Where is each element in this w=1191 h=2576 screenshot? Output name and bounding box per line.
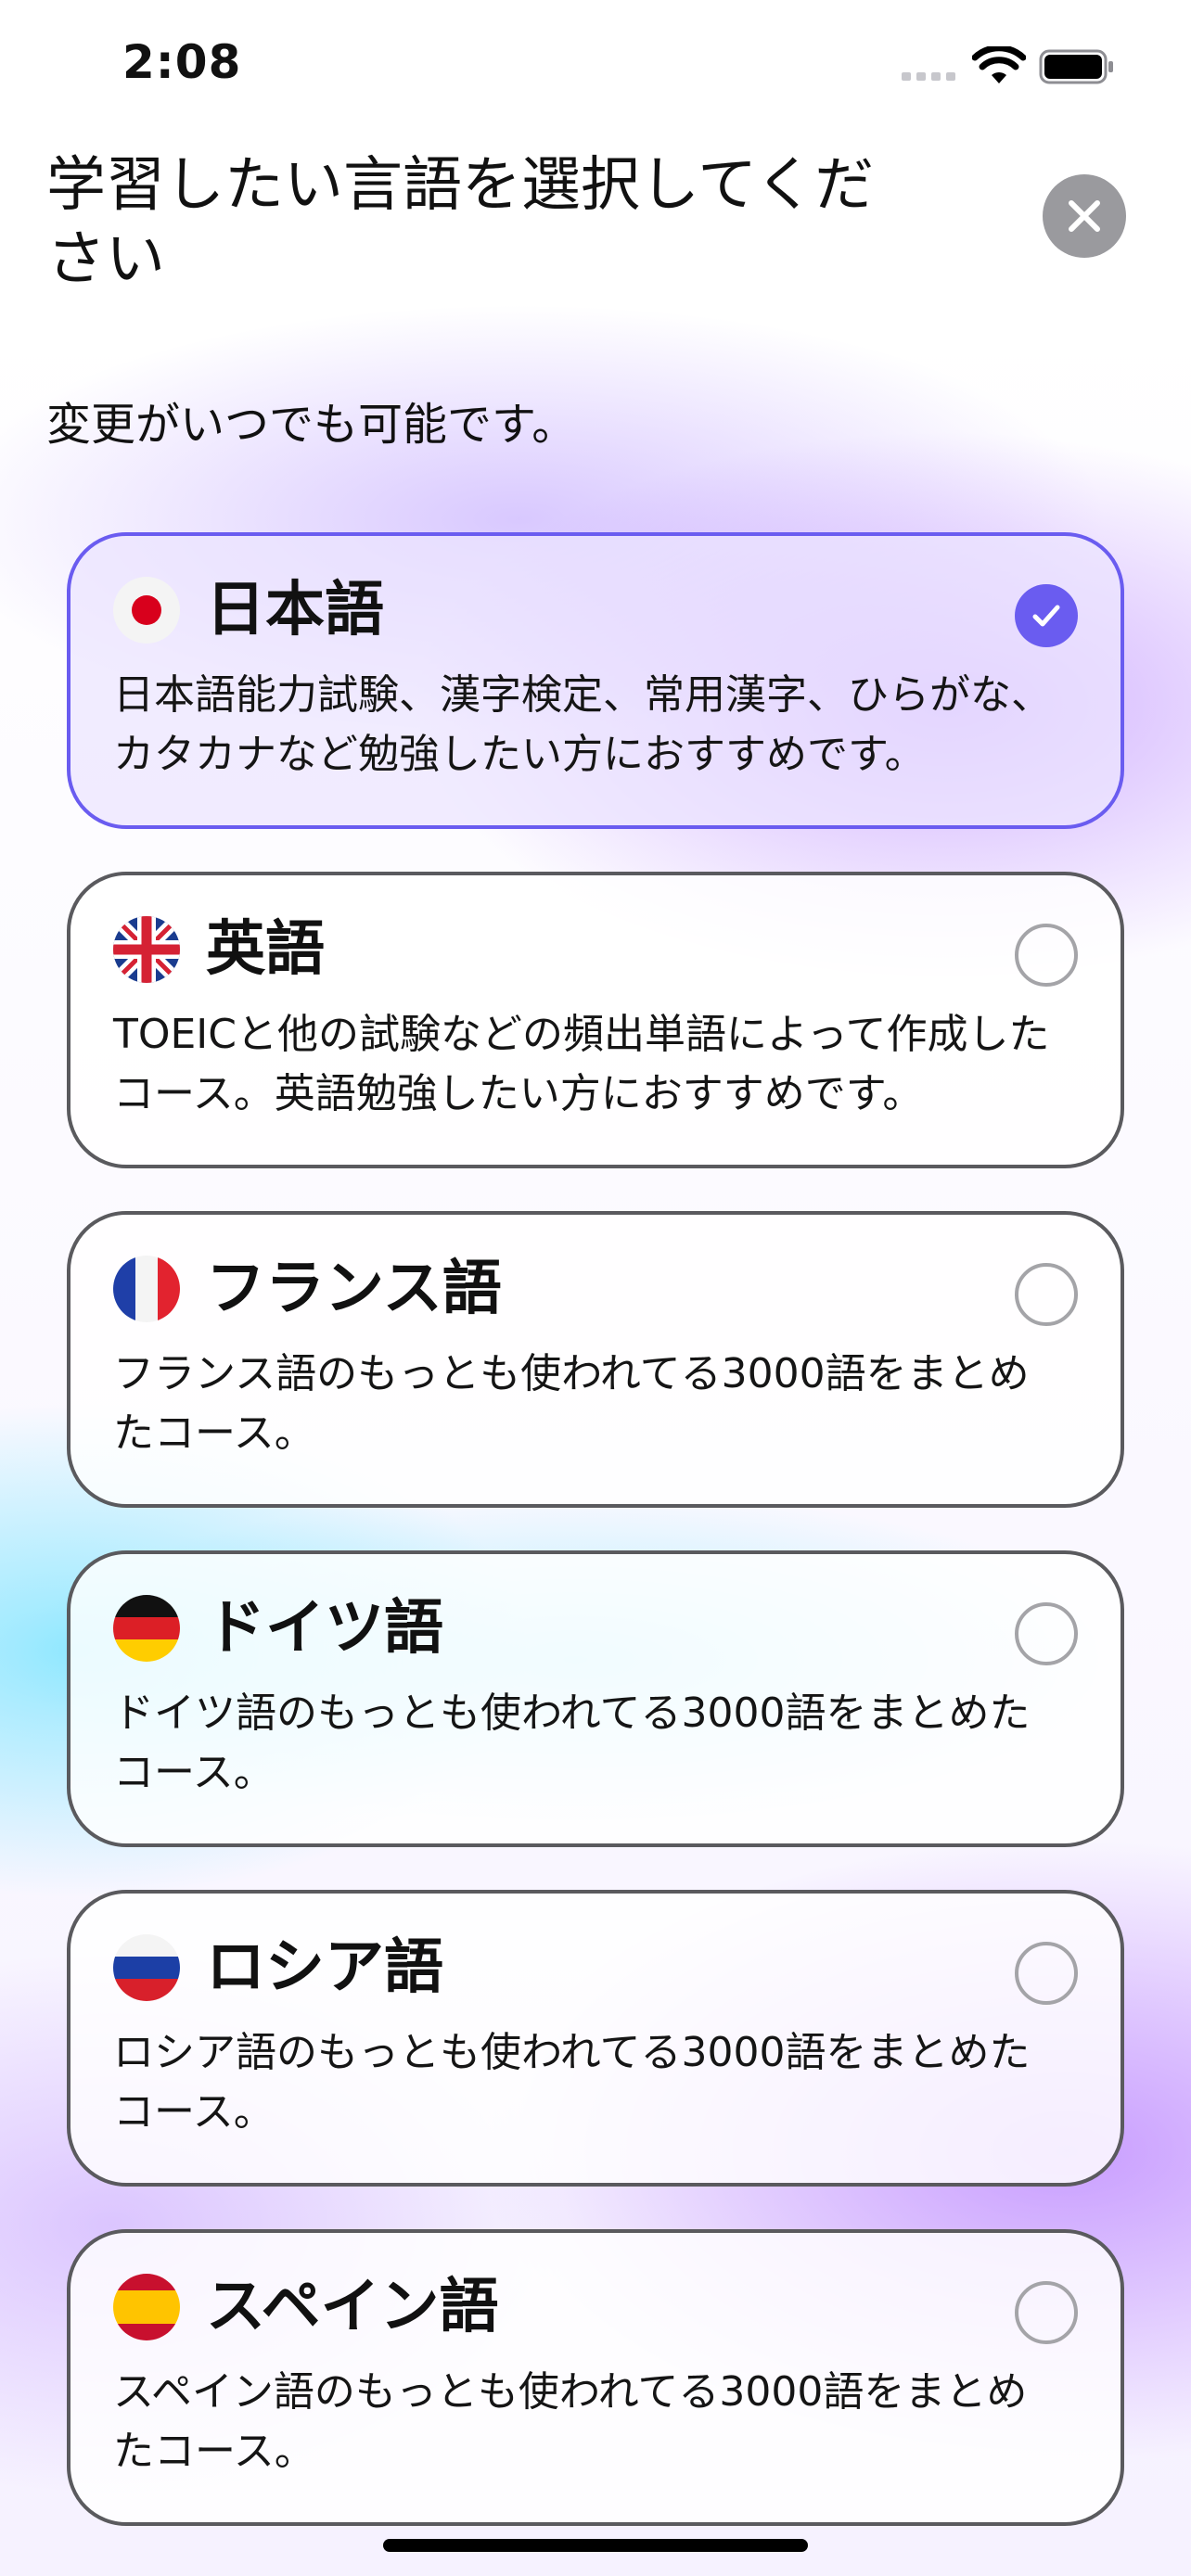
uk-flag-icon	[113, 916, 180, 983]
language-description: TOEICと他の試験などの頻出単語によって作成したコース。英語勉強したい方におす…	[113, 1011, 1050, 1117]
radio-button[interactable]	[1015, 924, 1078, 987]
status-time: 2:08	[122, 35, 242, 89]
cellular-signal-icon	[902, 72, 957, 82]
close-icon	[1069, 200, 1100, 232]
radio-button[interactable]	[1015, 2281, 1078, 2344]
spain-flag-icon	[113, 2274, 180, 2340]
battery-icon	[1039, 49, 1113, 84]
language-name: スペイン語	[206, 2273, 499, 2341]
language-name: ドイツ語	[206, 1594, 443, 1663]
selected-checkmark-icon[interactable]	[1015, 584, 1078, 647]
language-card-german[interactable]: ドイツ語 ドイツ語のもっとも使われてる3000語をまとめたコース。	[67, 1550, 1124, 1847]
language-name: 英語	[206, 915, 325, 984]
language-card-russian[interactable]: ロシア語 ロシア語のもっとも使われてる3000語をまとめたコース。	[67, 1890, 1124, 2187]
status-bar: 2:08	[0, 0, 1191, 130]
japan-flag-icon	[113, 577, 180, 644]
language-name: フランス語	[206, 1255, 502, 1323]
language-card-japanese[interactable]: 日本語 日本語能力試験、漢字検定、常用漢字、ひらがな、カタカナなど勉強したい方に…	[67, 532, 1124, 829]
language-description: スペイン語のもっとも使われてる3000語をまとめたコース。	[113, 2368, 1028, 2475]
home-indicator[interactable]	[383, 2539, 808, 2552]
page-subtitle: 変更がいつでも可能です。	[46, 399, 577, 451]
language-card-spanish[interactable]: スペイン語 スペイン語のもっとも使われてる3000語をまとめたコース。	[67, 2229, 1124, 2526]
language-name: ロシア語	[206, 1933, 443, 2002]
russia-flag-icon	[113, 1934, 180, 2001]
language-name: 日本語	[206, 576, 384, 644]
language-description: ドイツ語のもっとも使われてる3000語をまとめたコース。	[113, 1690, 1031, 1796]
radio-button[interactable]	[1015, 1602, 1078, 1665]
radio-button[interactable]	[1015, 1263, 1078, 1326]
page-title: 学習したい言語を選択してください	[46, 151, 875, 294]
language-list: 日本語 日本語能力試験、漢字検定、常用漢字、ひらがな、カタカナなど勉強したい方に…	[67, 532, 1124, 2569]
close-button[interactable]	[1043, 174, 1126, 258]
radio-button[interactable]	[1015, 1942, 1078, 2005]
language-description: ロシア語のもっとも使われてる3000語をまとめたコース。	[113, 2029, 1031, 2136]
germany-flag-icon	[113, 1595, 180, 1662]
header: 学習したい言語を選択してください	[46, 148, 1145, 297]
language-description: フランス語のもっとも使われてる3000語をまとめたコース。	[113, 1350, 1030, 1457]
language-description: 日本語能力試験、漢字検定、常用漢字、ひらがな、カタカナなど勉強したい方におすすめ…	[113, 671, 1052, 778]
france-flag-icon	[113, 1256, 180, 1322]
language-card-english[interactable]: 英語 TOEICと他の試験などの頻出単語によって作成したコース。英語勉強したい方…	[67, 872, 1124, 1168]
wifi-icon	[972, 46, 1026, 83]
language-card-french[interactable]: フランス語 フランス語のもっとも使われてる3000語をまとめたコース。	[67, 1211, 1124, 1508]
